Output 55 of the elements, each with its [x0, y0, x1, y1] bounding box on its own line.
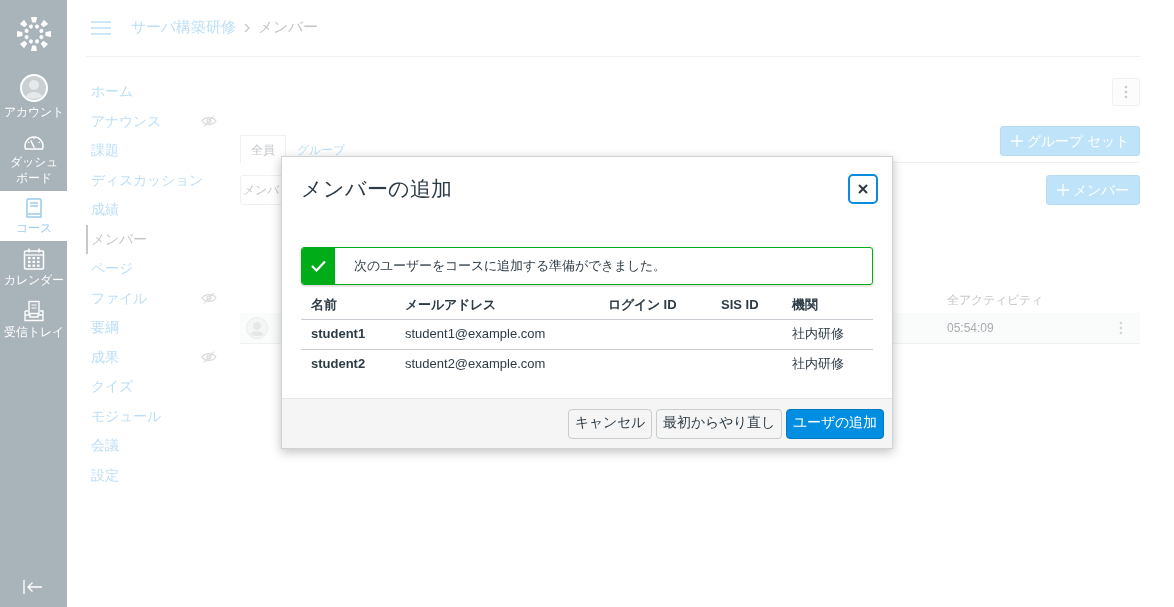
course-nav-link[interactable]: 成果 [86, 342, 240, 372]
close-icon [858, 184, 868, 194]
dialog-title: メンバーの追加 [301, 176, 452, 202]
course-nav-link[interactable]: 会議 [86, 431, 240, 461]
column-header: メールアドレス [395, 291, 598, 319]
course-nav-link[interactable]: ページ [86, 254, 240, 284]
course-nav-link[interactable]: 要綱 [86, 313, 240, 343]
course-nav-link[interactable]: 設定 [86, 460, 240, 490]
course-nav-link[interactable]: 成績 [86, 195, 240, 225]
close-button[interactable] [848, 174, 878, 204]
column-header: SIS ID [711, 291, 782, 319]
table-cell: student2 [301, 349, 395, 379]
add-group-set-button[interactable]: グループ セット [1000, 126, 1140, 156]
logo-icon[interactable] [15, 15, 52, 52]
breadcrumb-link[interactable]: サーバ構築研修 [131, 17, 236, 39]
course-nav-link[interactable]: アナウンス [86, 106, 240, 136]
menu-icon[interactable] [91, 21, 111, 35]
table-cell: 社内研修 [782, 349, 873, 379]
course-nav-link[interactable]: クイズ [86, 372, 240, 402]
table-cell: student2@example.com [395, 349, 598, 379]
plus-icon [1011, 135, 1024, 147]
add-member-button[interactable]: メンバー [1046, 175, 1140, 205]
breadcrumb-current: メンバー [258, 18, 318, 38]
course-nav-link[interactable]: モジュール [86, 401, 240, 431]
book-icon [24, 198, 43, 218]
inbox-tray-icon [22, 300, 45, 322]
plus-icon [1057, 184, 1069, 196]
table-cell: student1 [301, 319, 395, 349]
column-header: ログイン ID [598, 291, 711, 319]
activity-time: 05:54:09 [947, 320, 994, 337]
kebab-menu-icon[interactable] [1119, 321, 1123, 335]
kebab-icon [1124, 85, 1128, 99]
avatar-icon [19, 74, 48, 102]
secondary-button[interactable]: キャンセル [568, 408, 652, 439]
column-header: 機関 [782, 291, 873, 319]
nav-link[interactable]: コース [0, 191, 67, 241]
table-cell: 社内研修 [782, 319, 873, 349]
course-nav-link[interactable]: ファイル [86, 283, 240, 313]
nav-link[interactable]: アカウント [0, 67, 67, 125]
nav-link[interactable]: ダッシュ ボード [0, 125, 67, 191]
alert-message: 次のユーザーをコースに追加する準備ができました。 [353, 257, 666, 276]
column-header: 名前 [301, 291, 395, 319]
chevron-icon [244, 23, 250, 33]
nav-link[interactable]: カレンダー [0, 241, 67, 293]
nav-link[interactable]: 受信トレイ [0, 293, 67, 345]
add-users-button[interactable]: ユーザの追加 [786, 408, 884, 439]
course-nav-link[interactable]: ホーム [86, 77, 240, 107]
course-nav-link[interactable]: メンバー [86, 224, 240, 254]
calendar-icon [22, 248, 45, 270]
tab[interactable]: グループ [286, 135, 356, 163]
more-options-button[interactable] [1112, 78, 1140, 106]
table-cell: student1@example.com [395, 319, 598, 349]
secondary-button[interactable]: 最初からやり直し [656, 408, 782, 439]
course-nav-link[interactable]: 課題 [86, 136, 240, 166]
collapse-arrow-icon[interactable] [23, 580, 43, 594]
